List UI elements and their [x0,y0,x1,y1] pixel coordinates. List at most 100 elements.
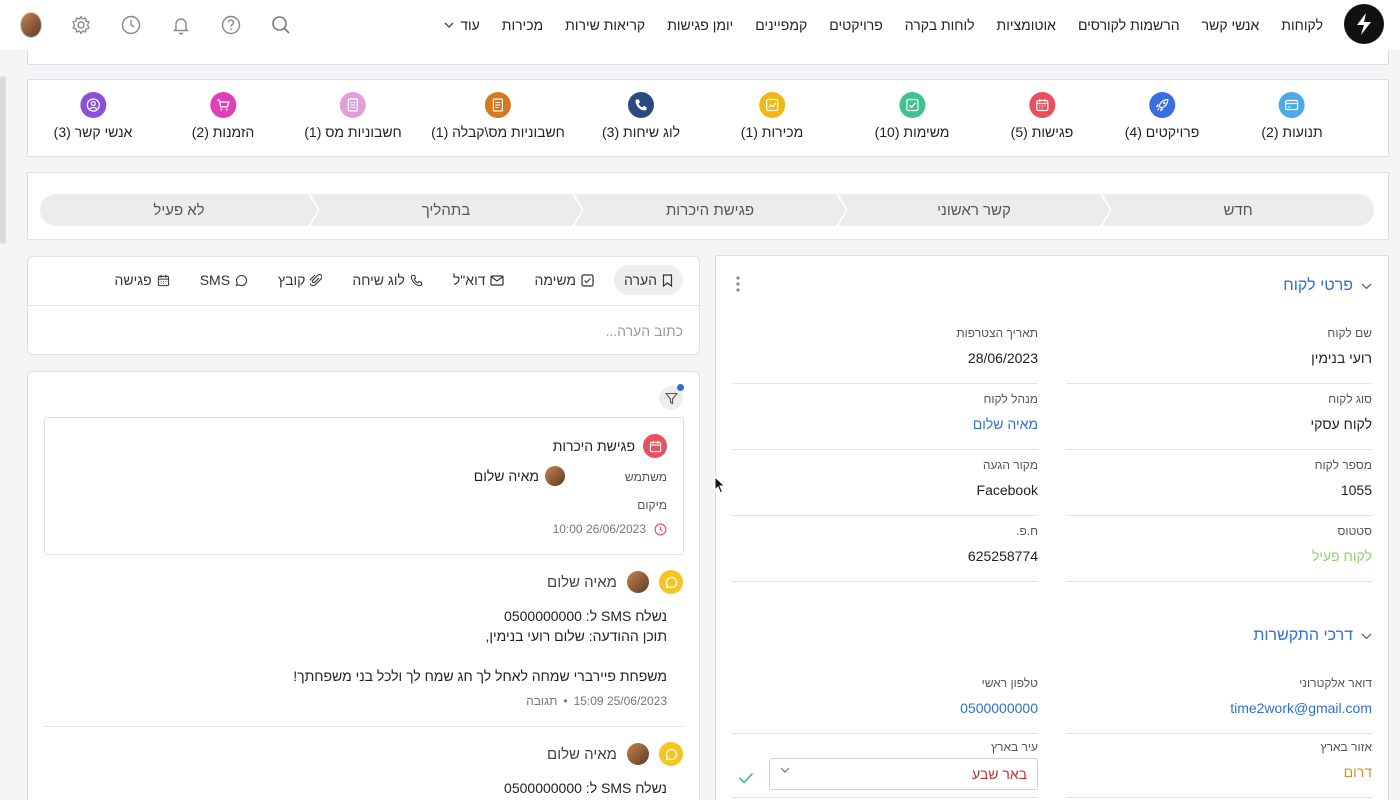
field-customer-type[interactable]: סוג לקוח לקוח עסקי [1066,384,1372,450]
tab-label: משימה [534,272,577,288]
chevron-down-icon [1361,283,1372,289]
counter-tasks[interactable]: משימות (10) [875,92,949,140]
meeting-title-row: פגישת היכרות [553,434,667,458]
sms-body: נשלח SMS ל: 0500000000 תוכן ההודעה: שלום… [293,608,667,684]
note-input[interactable]: כתוב הערה... [605,323,683,339]
section-contact-methods[interactable]: דרכי התקשרות [1253,627,1372,645]
nav-more[interactable]: עוד [433,17,491,33]
divider [28,305,699,306]
stage-intro-meeting[interactable]: פגישת היכרות [574,194,846,226]
sms-author: מאיה שלום [547,573,617,591]
email-link[interactable]: time2work@gmail.com [1230,700,1372,716]
chevron-down-icon [444,22,454,28]
stage-inactive[interactable]: לא פעיל [40,194,318,226]
counter-call-log[interactable]: לוג שיחות (3) [602,92,680,140]
meeting-title: פגישת היכרות [552,438,635,454]
field-customer-number[interactable]: מספר לקוח 1055 [1066,450,1372,516]
avatar [545,466,565,486]
tab-sms[interactable]: SMS [190,265,258,295]
section-customer-details[interactable]: פרטי לקוח [1283,277,1372,295]
counter-contacts[interactable]: אנשי קשר (3) [54,92,132,140]
field-company-id[interactable]: ח.פ. 625258774 [732,516,1038,582]
field-region[interactable]: אזור בארץ דרום [1066,732,1372,798]
counter-label: מכירות (1) [740,124,804,140]
counter-projects[interactable]: פרויקטים (4) [1125,92,1199,140]
nav-sales[interactable]: מכירות [491,17,554,33]
field-main-phone[interactable]: טלפון ראשי 0500000000 [732,668,1038,734]
meeting-time: 26/06/2023 10:00 [553,522,667,536]
field-value: לקוח עסקי [1310,416,1372,432]
rocket-icon [1149,92,1175,118]
nav-service-calls[interactable]: קריאות שירות [554,17,656,33]
top-icons [20,0,292,50]
scrollbar[interactable] [0,76,6,244]
bell-icon[interactable] [170,14,192,36]
nav-customers[interactable]: לקוחות [1270,17,1334,33]
clock-icon[interactable] [120,14,142,36]
tab-call-log[interactable]: לוג שיחה [342,265,433,295]
search-icon[interactable] [270,14,292,36]
chat-icon [235,274,248,286]
sms-body: נשלח SMS ל: 0500000000 [504,780,667,796]
app-logo[interactable] [1344,4,1384,44]
chevron-down-icon [780,767,790,773]
nav-course-registrations[interactable]: הרשמות לקורסים [1067,17,1191,33]
nav-contacts[interactable]: אנשי קשר [1191,17,1271,33]
tab-file[interactable]: קובץ [268,265,332,295]
filter-button[interactable] [659,384,684,410]
counter-sales[interactable]: מכירות (1) [741,92,803,140]
confirm-check-icon[interactable] [738,772,754,784]
help-icon[interactable] [220,14,242,36]
sms-activity[interactable]: מאיה שלום נשלח SMS ל: 0500000000 [43,742,683,800]
field-city[interactable]: עיר בארץ באר שבע [732,732,1038,798]
avatar [627,571,649,593]
stage-in-progress[interactable]: בתהליך [310,194,582,226]
phone-link[interactable]: 0500000000 [960,700,1038,716]
counter-transactions[interactable]: תנועות (2) [1261,92,1323,140]
filter-active-dot [677,384,684,391]
field-value[interactable]: מאיה שלום [973,416,1038,432]
nav-more-label: עוד [460,17,480,33]
nav-automations[interactable]: אוטומציות [986,17,1067,33]
bookmark-icon [662,273,673,287]
reply-link[interactable]: תגובה [526,694,557,708]
gear-icon[interactable] [70,14,92,36]
field-account-manager[interactable]: מנהל לקוח מאיה שלום [732,384,1038,450]
counter-orders[interactable]: הזמנות (2) [192,92,254,140]
stage-initial-contact[interactable]: קשר ראשוני [838,194,1110,226]
sms-activity[interactable]: מאיה שלום נשלח SMS ל: 0500000000 תוכן הה… [43,570,683,710]
field-customer-name[interactable]: שם לקוח רועי בנימין [1066,318,1372,384]
field-join-date[interactable]: תאריך הצטרפות 28/06/2023 [732,318,1038,384]
tab-email[interactable]: דוא"ל [443,265,515,295]
tab-task[interactable]: משימה [524,265,604,295]
sms-meta: 25/06/2023 15:09 • תגובה [526,694,667,708]
chevron-down-icon [1361,633,1372,639]
location-label: מיקום [637,498,667,512]
nav-meetings-calendar[interactable]: יומן פגישות [656,17,744,33]
tab-label: פגישה [114,272,152,288]
nav-dashboards[interactable]: לוחות בקרה [894,17,986,33]
field-status[interactable]: סטטוס לקוח פעיל [1066,516,1372,582]
tab-meeting[interactable]: פגישה [105,265,180,295]
counter-label: חשבוניות מס (1) [304,124,402,140]
tab-note[interactable]: הערה [614,265,683,295]
counter-invoice-receipts[interactable]: חשבוניות מס\קבלה (1) [431,92,565,140]
stage-new[interactable]: חדש [1102,194,1374,226]
meeting-activity-card[interactable]: פגישת היכרות משתמש מאיה שלום מיקום 26/06… [44,417,684,555]
filter-icon [664,392,678,404]
user-avatar[interactable] [20,12,42,38]
mouse-cursor-icon [714,476,726,494]
nav-campaigns[interactable]: קמפיינים [744,17,818,33]
city-select[interactable]: באר שבע [769,758,1038,790]
chat-icon [659,570,683,594]
field-email[interactable]: דואר אלקטרוני time2work@gmail.com [1066,668,1372,734]
counter-meetings[interactable]: פגישות (5) [1011,92,1073,140]
meeting-datetime: 26/06/2023 10:00 [552,522,646,536]
field-label: תאריך הצטרפות [956,326,1038,340]
more-options-icon[interactable] [736,276,740,292]
calendar-icon [643,434,667,458]
field-lead-source[interactable]: מקור הגעה Facebook [732,450,1038,516]
checkbox-icon [581,273,594,287]
counter-tax-invoices[interactable]: חשבוניות מס (1) [304,92,402,140]
nav-projects[interactable]: פרויקטים [818,17,894,33]
